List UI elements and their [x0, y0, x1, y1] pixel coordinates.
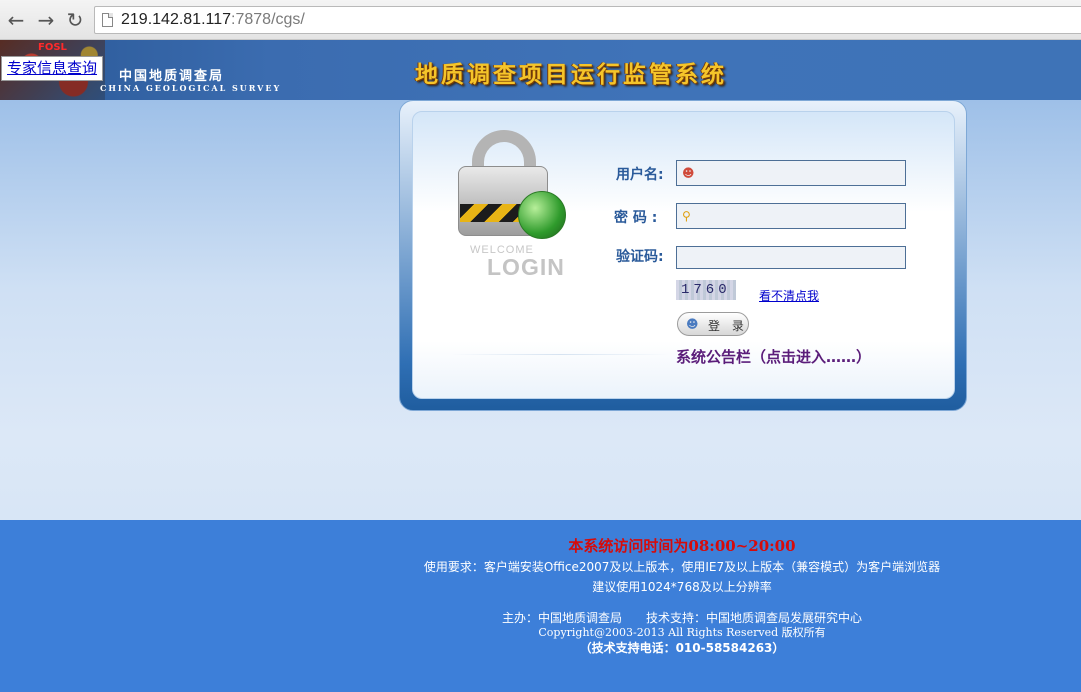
password-label: 密 码 :: [614, 210, 658, 226]
globe-icon: [518, 191, 566, 239]
access-time-text: 本系统访问时间为08:00~20:00: [568, 537, 796, 555]
back-arrow-icon[interactable]: ←: [5, 9, 27, 31]
captcha-field[interactable]: [676, 246, 906, 269]
copyright-text: Copyright@2003-2013 All Rights Reserved …: [538, 626, 826, 639]
password-field[interactable]: ⚲: [676, 203, 906, 229]
header-banner: FOSL 专家信息查询 中国地质调查局 CHINA GEOLOGICAL SUR…: [0, 40, 1081, 100]
banner-mark: FOSL: [38, 42, 67, 53]
captcha-image[interactable]: 1760: [676, 280, 736, 300]
support-phone-text: （技术支持电话：010-58584263）: [579, 641, 785, 655]
reload-icon[interactable]: ↻: [64, 9, 86, 31]
username-input[interactable]: [701, 163, 901, 183]
expert-info-link[interactable]: 专家信息查询: [1, 56, 104, 81]
captcha-label: 验证码:: [616, 249, 664, 265]
page-icon: [102, 13, 113, 27]
users-icon: ☻: [682, 166, 695, 180]
password-input[interactable]: [701, 206, 901, 226]
username-field[interactable]: ☻: [676, 160, 906, 186]
address-bar[interactable]: 219.142.81.117:7878/cgs/: [94, 6, 1081, 34]
forward-arrow-icon[interactable]: →: [35, 9, 57, 31]
footer: 本系统访问时间为08:00~20:00 使用要求：客户端安装Office2007…: [0, 520, 1081, 692]
login-button[interactable]: ☻ 登 录: [677, 312, 749, 336]
url-text: 219.142.81.117:7878/cgs/: [121, 11, 305, 28]
users-icon: ☻: [686, 317, 699, 331]
agency-name-cn: 中国地质调查局: [119, 69, 225, 84]
username-label: 用户名:: [616, 167, 664, 183]
refresh-captcha-link[interactable]: 看不清点我: [759, 287, 819, 304]
login-text: LOGIN: [487, 254, 565, 280]
system-title: 地质调查项目运行监管系统: [415, 62, 727, 88]
captcha-input[interactable]: [681, 248, 881, 268]
agency-name-en: CHINA GEOLOGICAL SURVEY: [100, 83, 282, 93]
key-icon: ⚲: [682, 209, 691, 223]
resolution-text: 建议使用1024*768及以上分辨率: [592, 580, 772, 594]
divider: [450, 354, 670, 355]
notice-board-link[interactable]: 系统公告栏（点击进入……）: [676, 346, 871, 367]
login-button-label: 登 录: [708, 319, 748, 333]
browser-toolbar: ← → ↻ 219.142.81.117:7878/cgs/: [0, 0, 1081, 40]
requirements-text: 使用要求：客户端安装Office2007及以上版本，使用IE7及以上版本（兼容模…: [423, 560, 941, 574]
